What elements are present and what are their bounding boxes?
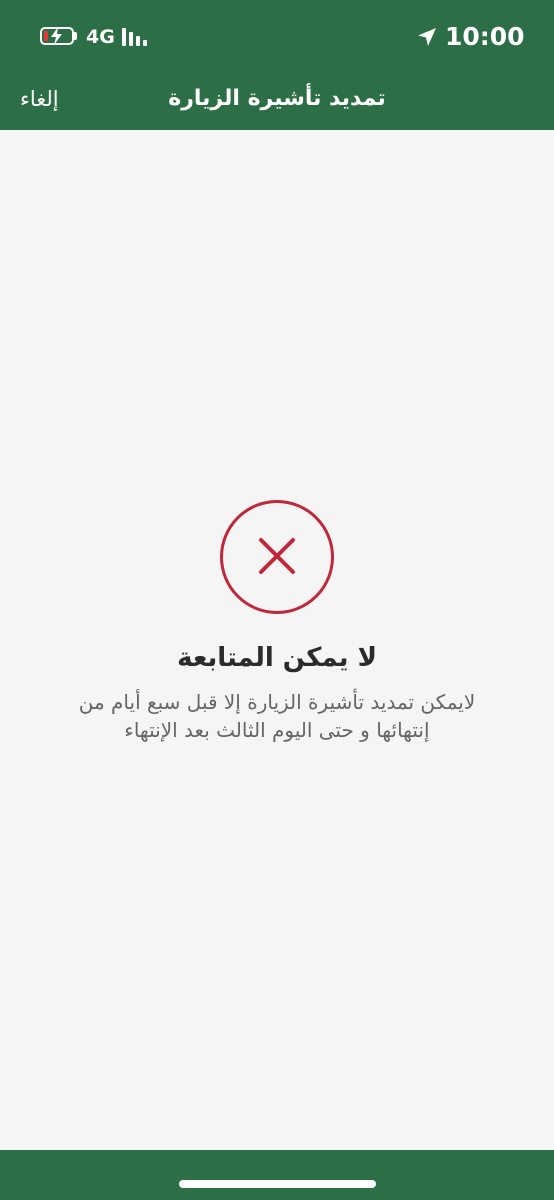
signal-icon	[122, 28, 147, 46]
battery-cap	[74, 32, 77, 40]
error-title: لا يمكن المتابعة	[177, 643, 377, 673]
status-bar: 4G 10:00	[0, 0, 554, 74]
error-x-icon	[220, 500, 334, 614]
location-arrow-icon	[418, 28, 436, 46]
error-message-line-2: إنتهائها و حتى اليوم الثالث بعد الإنتهاء	[124, 718, 430, 742]
bottom-bar	[0, 1150, 554, 1200]
cancel-button[interactable]: إلغاء	[20, 84, 59, 114]
app-header: 4G 10:00 تمديد تأشيرة الزيارة إلغاء	[0, 0, 554, 130]
page-title: تمديد تأشيرة الزيارة	[168, 86, 386, 111]
status-time: 10:00	[445, 22, 525, 51]
charging-bolt-icon	[51, 27, 62, 45]
nav-bar: تمديد تأشيرة الزيارة إلغاء	[0, 74, 554, 130]
home-indicator[interactable]	[179, 1180, 376, 1188]
error-message-line-1: لايمكن تمديد تأشيرة الزيارة إلا قبل سبع …	[78, 690, 476, 714]
error-message: لايمكن تمديد تأشيرة الزيارة إلا قبل سبع …	[47, 688, 507, 744]
network-type: 4G	[86, 26, 115, 48]
